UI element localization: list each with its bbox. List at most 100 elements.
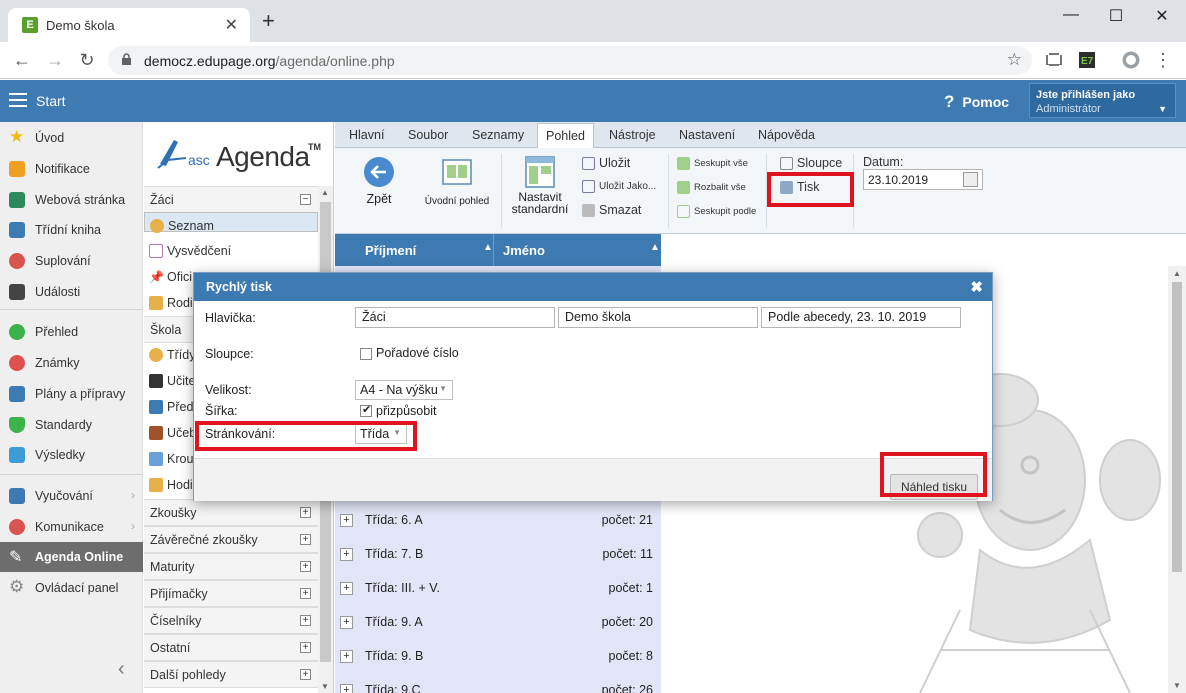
date-field[interactable]: 23.10.2019: [863, 169, 983, 190]
page-size-select[interactable]: A4 - Na výšku ▼: [355, 380, 453, 400]
scroll-down-icon[interactable]: ▼: [1173, 681, 1181, 690]
help-link[interactable]: ? Pomoc: [944, 92, 1009, 112]
expand-row-icon[interactable]: +: [340, 616, 353, 629]
table-group-row[interactable]: + Třída: 9. Bpočet: 8: [335, 639, 661, 673]
maximize-icon[interactable]: ☐: [1101, 6, 1131, 26]
expand-icon[interactable]: +: [300, 507, 311, 518]
menu-item-udalosti[interactable]: Události: [0, 277, 143, 307]
save-as-button[interactable]: Uložit Jako...: [582, 180, 656, 193]
hamburger-menu-icon[interactable]: [9, 93, 27, 107]
header-field-3[interactable]: Podle abecedy, 23. 10. 2019: [761, 307, 961, 328]
browser-menu-icon[interactable]: ⋮: [1153, 50, 1173, 71]
fit-width-checkbox[interactable]: [360, 403, 372, 417]
menu-item-uvod[interactable]: ★ Úvod: [0, 123, 143, 153]
tab-nastaveni[interactable]: Nastavení: [679, 128, 735, 142]
tab-seznamy[interactable]: Seznamy: [472, 128, 524, 142]
tab-nastroje[interactable]: Nástroje: [609, 128, 656, 142]
row-number-checkbox[interactable]: [360, 348, 372, 360]
collapse-icon[interactable]: −: [300, 194, 311, 205]
tab-pohled[interactable]: Pohled: [537, 123, 594, 149]
expand-icon[interactable]: +: [300, 561, 311, 572]
close-icon[interactable]: ✖: [970, 278, 983, 296]
menu-item-standardy[interactable]: Standardy: [0, 410, 143, 440]
forward-arrow-icon[interactable]: →: [45, 50, 65, 71]
cast-icon[interactable]: [1045, 51, 1063, 69]
back-arrow-icon[interactable]: ←: [12, 50, 32, 71]
set-standard-button[interactable]: Nastavit standardní: [509, 156, 571, 215]
url-field[interactable]: democz.edupage.org/agenda/online.php ☆: [108, 46, 1032, 75]
calendar-icon[interactable]: [963, 172, 978, 187]
scroll-up-icon[interactable]: ▲: [1173, 269, 1181, 278]
scroll-down-icon[interactable]: ▼: [321, 682, 329, 691]
delete-view-button[interactable]: Smazat: [582, 203, 641, 218]
menu-item-vyucovani[interactable]: Vyučování ›: [0, 481, 143, 511]
columns-button[interactable]: Sloupce: [780, 156, 842, 171]
collapse-menu-icon[interactable]: ‹: [118, 658, 125, 681]
content-scrollbar[interactable]: ▲ ▼: [1168, 266, 1186, 693]
new-tab-icon[interactable]: +: [262, 10, 275, 32]
expand-icon[interactable]: +: [300, 534, 311, 545]
expand-icon[interactable]: +: [300, 615, 311, 626]
back-button[interactable]: Zpět: [359, 156, 399, 206]
table-group-row[interactable]: + Třída: 6. Apočet: 21: [335, 503, 661, 537]
menu-item-webova-stranka[interactable]: Webová stránka: [0, 185, 143, 215]
menu-item-notifikace[interactable]: Notifikace: [0, 154, 143, 184]
expand-row-icon[interactable]: +: [340, 514, 353, 527]
scroll-thumb[interactable]: [1172, 282, 1182, 572]
extension-e7-icon[interactable]: E7: [1078, 51, 1096, 69]
browser-tab[interactable]: E Demo škola ✕: [8, 8, 250, 42]
section-ciselniky[interactable]: Číselníky +: [144, 607, 318, 634]
header-field-2[interactable]: Demo škola: [558, 307, 758, 328]
menu-item-vysledky[interactable]: Výsledky: [0, 440, 143, 470]
sort-up-icon[interactable]: ▲: [650, 242, 660, 253]
menu-item-agenda-online[interactable]: ✎ Agenda Online: [0, 542, 143, 572]
tab-soubor[interactable]: Soubor: [408, 128, 448, 142]
section-zaci[interactable]: Žáci −: [144, 186, 318, 213]
expand-row-icon[interactable]: +: [340, 548, 353, 561]
intro-view-button[interactable]: Úvodní pohled: [423, 158, 491, 207]
menu-item-komunikace[interactable]: Komunikace ›: [0, 512, 143, 542]
tab-hlavni[interactable]: Hlavní: [349, 128, 384, 142]
window-close-icon[interactable]: ✕: [1147, 6, 1177, 26]
group-by-button[interactable]: Seskupit podle: [677, 205, 756, 218]
section-ostatni[interactable]: Ostatní +: [144, 634, 318, 661]
nav-item-seznam[interactable]: Seznam: [144, 212, 318, 233]
minimize-icon[interactable]: —: [1056, 6, 1086, 24]
menu-item-suplovani[interactable]: Suplování: [0, 246, 143, 276]
section-zaverecne-zkousky[interactable]: Závěrečné zkoušky +: [144, 526, 318, 553]
section-dalsi-pohledy[interactable]: Další pohledy +: [144, 661, 318, 688]
menu-item-plany-a-pripravy[interactable]: Plány a přípravy: [0, 379, 143, 409]
menu-item-znamky[interactable]: Známky: [0, 348, 143, 378]
column-header-jmeno[interactable]: Jméno: [503, 243, 545, 258]
section-maturity[interactable]: Maturity +: [144, 553, 318, 580]
table-group-row[interactable]: + Třída: 9.C počet: 26: [335, 673, 661, 693]
user-dropdown[interactable]: Jste přihlášen jako Administrátor ▼: [1029, 83, 1176, 118]
scroll-up-icon[interactable]: ▲: [321, 188, 329, 197]
tab-napoveda[interactable]: Nápověda: [758, 128, 815, 142]
nav-item-vysvedceni[interactable]: Vysvědčení: [144, 238, 318, 264]
menu-item-tridni-kniha[interactable]: Třídní kniha: [0, 215, 143, 245]
column-header-prijmeni[interactable]: Příjmení: [365, 243, 416, 258]
section-zkousky[interactable]: Zkoušky +: [144, 499, 318, 526]
header-field-1[interactable]: Žáci: [355, 307, 555, 328]
menu-item-ovladaci-panel[interactable]: ⚙ Ovládací panel: [0, 573, 143, 603]
expand-icon[interactable]: +: [300, 642, 311, 653]
reload-icon[interactable]: ↻: [77, 50, 97, 71]
profile-avatar-icon[interactable]: [1122, 51, 1140, 69]
bookmark-star-icon[interactable]: ☆: [1007, 50, 1022, 70]
expand-row-icon[interactable]: +: [340, 582, 353, 595]
expand-all-button[interactable]: Rozbalit vše: [677, 181, 746, 194]
close-tab-icon[interactable]: ✕: [225, 15, 238, 35]
table-group-row[interactable]: + Třída: III. + V. počet: 1: [335, 571, 661, 605]
expand-row-icon[interactable]: +: [340, 684, 353, 693]
section-prijimacky[interactable]: Přijímačky +: [144, 580, 318, 607]
save-view-button[interactable]: Uložit: [582, 156, 630, 171]
expand-icon[interactable]: +: [300, 669, 311, 680]
start-link[interactable]: Start: [36, 93, 66, 109]
table-group-row[interactable]: + Třída: 9. Apočet: 20: [335, 605, 661, 639]
menu-item-prehled[interactable]: Přehled: [0, 317, 143, 347]
expand-icon[interactable]: +: [300, 588, 311, 599]
sort-up-icon[interactable]: ▲: [483, 242, 493, 253]
group-all-button[interactable]: Seskupit vše: [677, 157, 748, 170]
table-group-row[interactable]: + Třída: 7. Bpočet: 11: [335, 537, 661, 571]
